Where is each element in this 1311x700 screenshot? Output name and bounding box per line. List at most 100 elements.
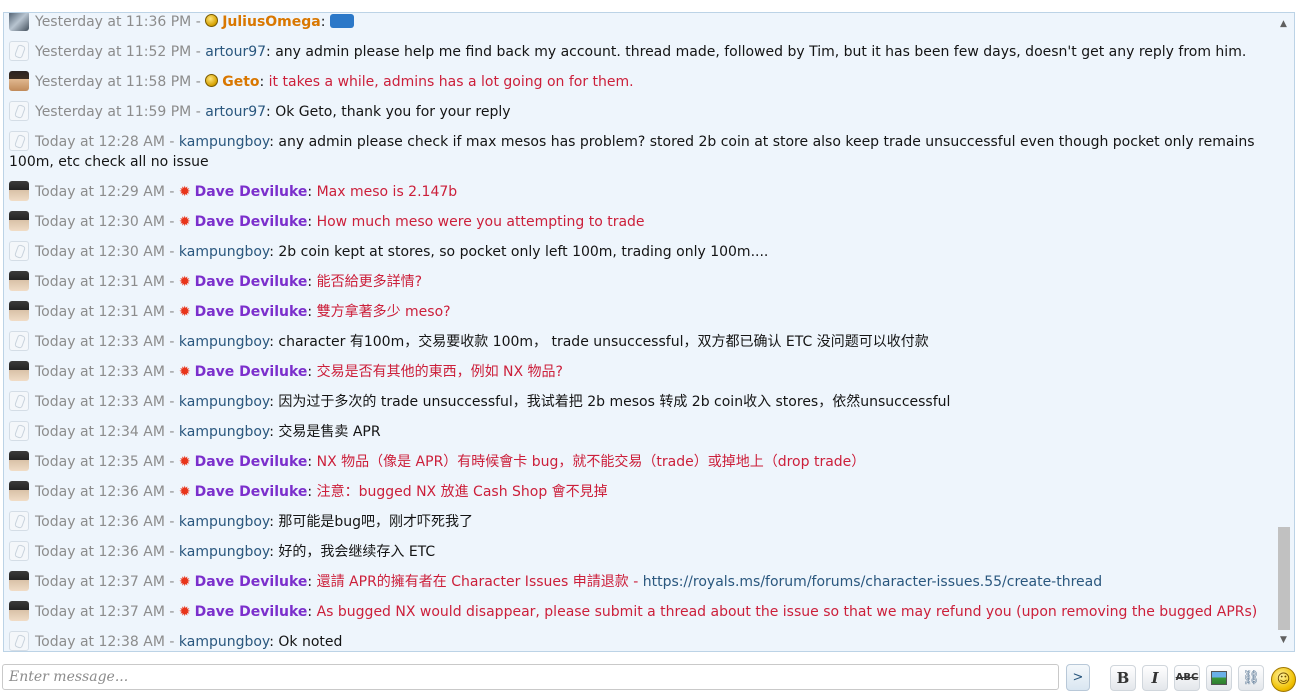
- username-link[interactable]: JuliusOmega: [222, 14, 321, 30]
- avatar[interactable]: [9, 481, 29, 501]
- avatar[interactable]: [9, 451, 29, 471]
- maple-leaf-icon: ✹: [178, 304, 191, 320]
- separator: -: [164, 364, 179, 380]
- username-link[interactable]: kampungboy: [179, 514, 269, 530]
- username-link[interactable]: kampungboy: [179, 134, 269, 150]
- message-text: 能否給更多詳情?: [316, 274, 423, 290]
- colon: :: [269, 544, 279, 560]
- colon: :: [307, 454, 317, 470]
- maple-leaf-icon: ✹: [178, 214, 191, 230]
- separator: -: [191, 44, 206, 60]
- chat-message: Today at 12:36 AM - kampungboy: 好的，我会继续存…: [9, 537, 1271, 567]
- italic-button[interactable]: I: [1142, 665, 1168, 691]
- chat-scrollbar[interactable]: ▲ ▼: [1276, 17, 1291, 647]
- username-link[interactable]: Dave Deviluke: [195, 184, 308, 200]
- message-input[interactable]: Enter message...: [2, 664, 1059, 690]
- username-link[interactable]: kampungboy: [179, 394, 269, 410]
- scroll-thumb[interactable]: [1278, 527, 1290, 630]
- avatar[interactable]: [9, 71, 29, 91]
- avatar[interactable]: [9, 131, 29, 151]
- send-button[interactable]: >: [1066, 664, 1090, 691]
- avatar[interactable]: [9, 361, 29, 381]
- separator: -: [191, 74, 206, 90]
- avatar[interactable]: [9, 601, 29, 621]
- avatar[interactable]: [9, 331, 29, 351]
- username-link[interactable]: Dave Deviluke: [195, 364, 308, 380]
- chat-message: Today at 12:30 AM - ✹ Dave Deviluke: How …: [9, 207, 1271, 237]
- chat-message: Today at 12:34 AM - kampungboy: 交易是售卖 AP…: [9, 417, 1271, 447]
- colon: :: [307, 484, 317, 500]
- avatar[interactable]: [9, 241, 29, 261]
- colon: :: [266, 44, 276, 60]
- avatar[interactable]: [9, 301, 29, 321]
- chat-message: Yesterday at 11:52 PM - artour97: any ad…: [9, 37, 1271, 67]
- username-link[interactable]: Dave Deviluke: [195, 604, 308, 620]
- chat-message: Today at 12:30 AM - kampungboy: 2b coin …: [9, 237, 1271, 267]
- scroll-up-icon[interactable]: ▲: [1276, 17, 1291, 31]
- message-link[interactable]: https://royals.ms/forum/forums/character…: [643, 574, 1102, 590]
- colon: :: [307, 304, 317, 320]
- username-link[interactable]: Geto: [222, 74, 259, 90]
- username-link[interactable]: Dave Deviluke: [195, 304, 308, 320]
- username-link[interactable]: kampungboy: [179, 244, 269, 260]
- message-text: Max meso is 2.147b: [316, 184, 458, 200]
- message-timestamp: Yesterday at 11:59 PM: [35, 104, 192, 120]
- message-timestamp: Today at 12:33 AM: [35, 334, 165, 350]
- avatar[interactable]: [9, 181, 29, 201]
- message-timestamp: Today at 12:38 AM: [35, 634, 165, 650]
- maple-leaf-icon: ✹: [178, 484, 191, 500]
- chat-message: Today at 12:31 AM - ✹ Dave Deviluke: 能否給更…: [9, 267, 1271, 297]
- message-text: any admin please help me find back my ac…: [275, 44, 1247, 60]
- maple-leaf-icon: ✹: [178, 364, 191, 380]
- separator: -: [164, 484, 179, 500]
- chat-message: Yesterday at 11:36 PM - JuliusOmega:: [9, 13, 1271, 37]
- message-timestamp: Yesterday at 11:52 PM: [35, 44, 192, 60]
- chat-message: Today at 12:33 AM - kampungboy: characte…: [9, 327, 1271, 357]
- username-link[interactable]: Dave Deviluke: [195, 574, 308, 590]
- colon: :: [307, 214, 317, 230]
- separator: -: [191, 14, 206, 30]
- strikethrough-button[interactable]: ABC: [1174, 665, 1200, 691]
- username-link[interactable]: artour97: [205, 104, 266, 120]
- smiley-icon[interactable]: ☺: [1271, 667, 1296, 692]
- message-text: How much meso were you attempting to tra…: [316, 214, 645, 230]
- insert-link-button[interactable]: ⛓: [1238, 665, 1264, 691]
- image-icon: [1211, 671, 1227, 685]
- username-link[interactable]: Dave Deviluke: [195, 274, 308, 290]
- separator: -: [164, 134, 179, 150]
- message-timestamp: Today at 12:36 AM: [35, 484, 165, 500]
- avatar[interactable]: [9, 101, 29, 121]
- bold-button[interactable]: B: [1110, 665, 1136, 691]
- username-link[interactable]: kampungboy: [179, 544, 269, 560]
- message-timestamp: Today at 12:33 AM: [35, 394, 165, 410]
- username-link[interactable]: Dave Deviluke: [195, 214, 308, 230]
- username-link[interactable]: Dave Deviluke: [195, 454, 308, 470]
- separator: -: [164, 214, 179, 230]
- coin-icon: [205, 14, 219, 27]
- avatar[interactable]: [9, 511, 29, 531]
- avatar[interactable]: [9, 391, 29, 411]
- username-link[interactable]: artour97: [205, 44, 266, 60]
- scroll-down-icon[interactable]: ▼: [1276, 633, 1291, 647]
- avatar[interactable]: [9, 41, 29, 61]
- username-link[interactable]: kampungboy: [179, 634, 269, 650]
- avatar[interactable]: [9, 271, 29, 291]
- separator: -: [164, 604, 179, 620]
- chat-message: Today at 12:36 AM - kampungboy: 那可能是bug吧…: [9, 507, 1271, 537]
- username-link[interactable]: kampungboy: [179, 424, 269, 440]
- username-link[interactable]: kampungboy: [179, 334, 269, 350]
- separator: -: [164, 334, 179, 350]
- avatar[interactable]: [9, 13, 29, 31]
- message-text: it takes a while, admins has a lot going…: [268, 74, 634, 90]
- avatar[interactable]: [9, 571, 29, 591]
- separator: -: [164, 514, 179, 530]
- avatar[interactable]: [9, 541, 29, 561]
- colon: :: [269, 424, 279, 440]
- chat-message: Yesterday at 11:58 PM - Geto: it takes a…: [9, 67, 1271, 97]
- avatar[interactable]: [9, 421, 29, 441]
- avatar[interactable]: [9, 211, 29, 231]
- avatar[interactable]: [9, 631, 29, 651]
- insert-image-button[interactable]: [1206, 665, 1232, 691]
- separator: -: [191, 104, 206, 120]
- username-link[interactable]: Dave Deviluke: [195, 484, 308, 500]
